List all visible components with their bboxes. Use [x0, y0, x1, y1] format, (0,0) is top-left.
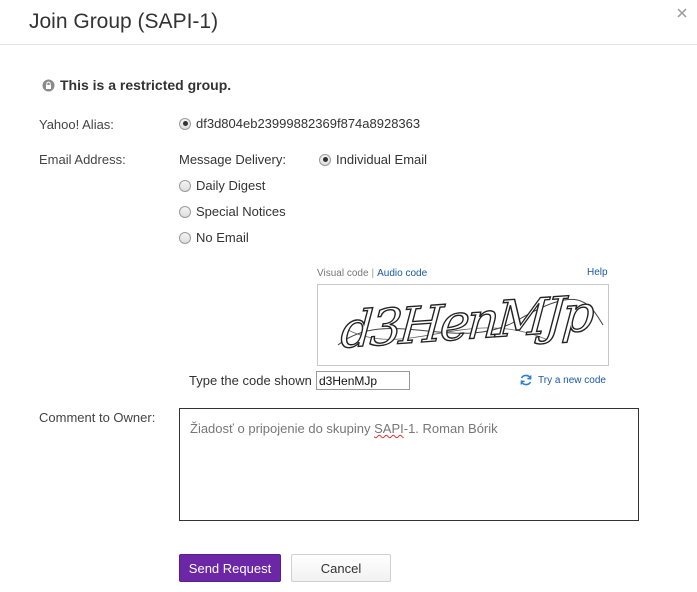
delivery-label-row: Message Delivery: [179, 152, 286, 167]
lock-icon [42, 79, 55, 92]
captcha-image: d3HenMJp [317, 284, 609, 366]
try-new-code-label: Try a new code [538, 374, 606, 386]
cancel-button[interactable]: Cancel [291, 554, 391, 582]
restricted-text: This is a restricted group. [60, 77, 232, 93]
refresh-icon[interactable] [519, 373, 533, 387]
delivery-option-digest[interactable]: Daily Digest [179, 178, 265, 193]
alias-option[interactable]: df3d804eb23999882369f874a8928363 [179, 116, 420, 131]
delivery-option-individual[interactable]: Individual Email [319, 152, 427, 167]
radio-digest[interactable] [179, 179, 191, 192]
restricted-notice: This is a restricted group. [42, 77, 231, 93]
radio-special[interactable] [179, 205, 191, 218]
comment-text-misspelled: SAPI [374, 421, 404, 436]
type-code-label: Type the code shown [189, 373, 312, 388]
option-label: Individual Email [336, 152, 428, 167]
radio-individual[interactable] [319, 153, 331, 166]
alias-label: Yahoo! Alias: [39, 117, 114, 132]
captcha-input[interactable] [316, 371, 410, 390]
visual-code-label[interactable]: Visual code [317, 268, 369, 279]
email-label: Email Address: [39, 152, 126, 167]
comment-text-part: Žiadosť o pripojenie do skupiny [190, 421, 375, 436]
captcha-mode-links: Visual code | Audio code [317, 268, 427, 279]
help-link[interactable]: Help [587, 267, 608, 278]
option-label: No Email [196, 230, 249, 245]
send-request-button[interactable]: Send Request [179, 554, 281, 582]
alias-value: df3d804eb23999882369f874a8928363 [196, 116, 421, 131]
dialog-header: Join Group (SAPI-1) [0, 0, 697, 45]
try-new-code-link[interactable]: Try a new code [519, 373, 606, 387]
delivery-option-noemail[interactable]: No Email [179, 230, 249, 245]
delivery-option-special[interactable]: Special Notices [179, 204, 286, 219]
comment-label: Comment to Owner: [39, 410, 156, 425]
alias-radio[interactable] [179, 117, 191, 130]
close-icon[interactable] [675, 6, 691, 22]
comment-textarea[interactable]: Žiadosť o pripojenie do skupiny SAPI-1. … [179, 408, 639, 521]
option-label: Daily Digest [196, 178, 266, 193]
audio-code-link[interactable]: Audio code [377, 268, 427, 279]
delivery-label: Message Delivery: [179, 152, 286, 167]
radio-noemail[interactable] [179, 231, 191, 244]
dialog-title: Join Group (SAPI-1) [29, 10, 219, 33]
separator: | [371, 268, 375, 279]
option-label: Special Notices [196, 204, 286, 219]
comment-text-part: -1. Roman Bórik [403, 421, 498, 436]
